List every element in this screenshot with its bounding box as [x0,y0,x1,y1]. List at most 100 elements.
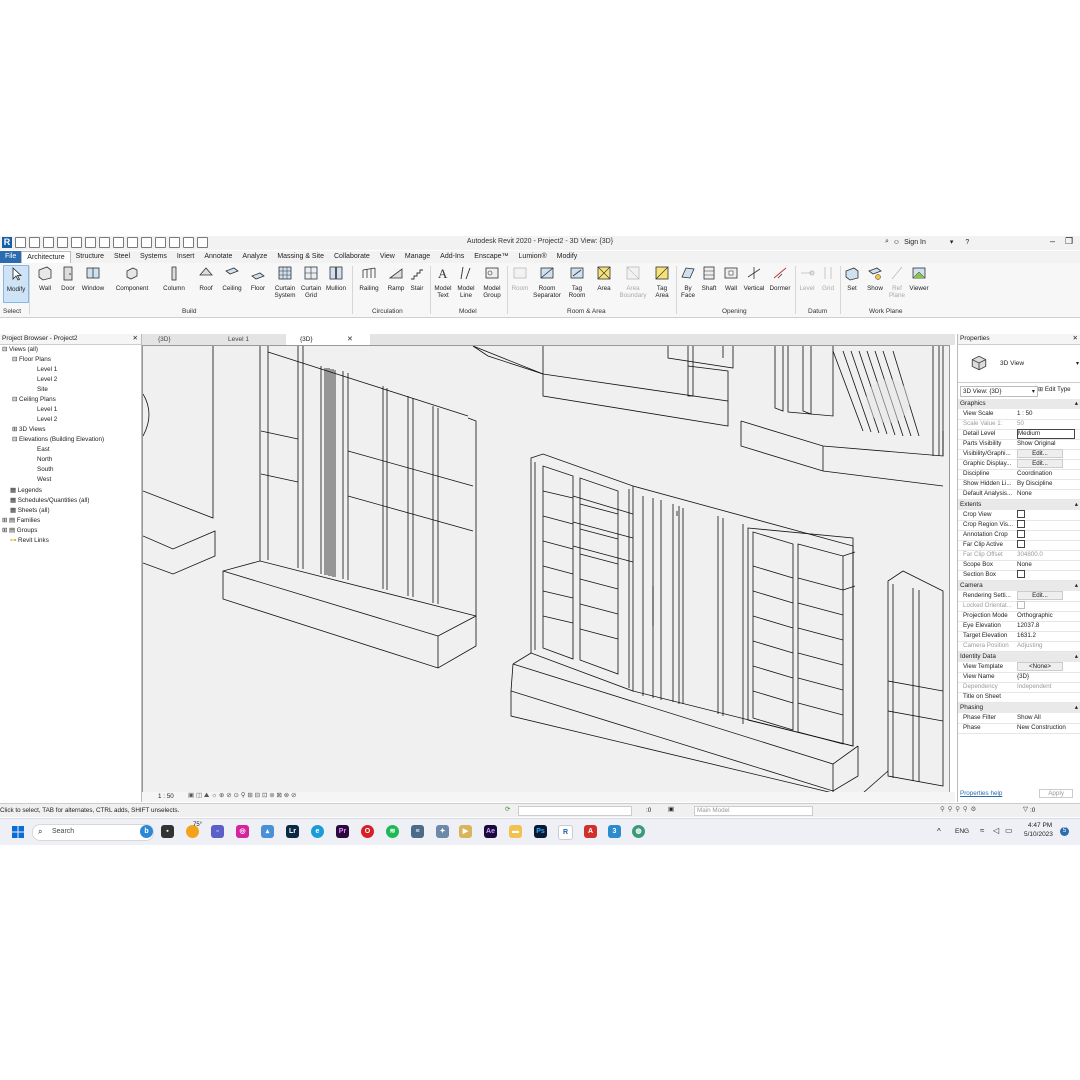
task-view-icon[interactable]: ▪ [161,825,174,838]
tree-item-3d-views[interactable]: ⊞ 3D Views [12,425,46,435]
model-line-button[interactable]: Model Line [455,265,477,299]
help-icon[interactable]: ? [965,239,969,246]
room-separator-button[interactable]: Room Separator [531,265,563,299]
section-extents[interactable]: Extents ▴ [958,500,1080,510]
viewer-button[interactable]: Viewer [907,265,931,292]
model-group-button[interactable]: Model Group [479,265,505,299]
view-template-button[interactable]: <None> [1017,662,1063,671]
tab-structure[interactable]: Structure [71,251,109,263]
close-tab-icon[interactable]: ✕ [347,334,353,345]
close-icon[interactable]: ✕ [1073,334,1078,344]
tree-item-ceiling-level-1[interactable]: Level 1 [37,405,57,415]
app-icon[interactable]: ✦ [436,825,449,838]
view-tab-level-1[interactable]: Level 1 [214,334,292,345]
tree-item-sheets[interactable]: ▦ Sheets (all) [10,506,50,516]
tree-item-elevations[interactable]: ⊟ Elevations (Building Elevation) [12,435,104,445]
clock-date[interactable]: 5/10/2023 [1024,831,1053,838]
photos-icon[interactable]: ▴ [261,825,274,838]
taskbar-search-box[interactable]: ⌕ Search [32,824,154,841]
editing-requests-icon[interactable]: ▣ [668,806,674,813]
circulation-panel-label[interactable]: Circulation [372,308,403,315]
set-button[interactable]: Set [842,265,862,292]
select-panel-label[interactable]: Select [3,308,21,315]
media-player-icon[interactable]: ▶ [459,825,472,838]
tree-item-floor-level-1[interactable]: Level 1 [37,365,57,375]
premiere-icon[interactable]: Pr [336,825,349,838]
crop-region-checkbox[interactable] [1017,520,1025,529]
network-globe-icon[interactable]: ◍ [632,825,645,838]
tab-add-ins[interactable]: Add-Ins [435,251,469,263]
teams-chat-icon[interactable]: ▫ [211,825,224,838]
tree-item-schedules[interactable]: ▦ Schedules/Quantities (all) [10,496,89,506]
3d-viewport[interactable] [142,345,950,794]
autocad-icon[interactable]: A [584,825,597,838]
tree-item-floor-level-2[interactable]: Level 2 [37,375,57,385]
component-button[interactable]: Component [113,265,151,292]
selection-filter-icons[interactable]: ⚲⚲⚲⚲⚙ [940,806,979,813]
chevron-up-icon[interactable]: ^ [937,827,941,836]
restore-icon[interactable]: ❐ [1065,236,1073,247]
tree-item-south[interactable]: South [37,465,53,475]
binoculars-icon[interactable]: ⌕ [885,238,889,246]
lightroom-classic-icon[interactable]: Lr [286,825,299,838]
tree-item-site[interactable]: Site [37,385,48,395]
user-icon[interactable]: ☺ [893,239,900,246]
tab-view[interactable]: View [375,251,400,263]
vertical-button[interactable]: Vertical [742,265,766,292]
prop-default-analysis[interactable]: Default Analysis... None [958,489,1080,500]
prop-section-box[interactable]: Section Box [958,570,1080,581]
workset-dropdown[interactable] [518,806,632,816]
windows-start-icon[interactable] [12,826,24,838]
section-graphics[interactable]: Graphics ▴ [958,399,1080,409]
revit-taskbar-icon[interactable]: R [558,825,573,840]
tree-item-families[interactable]: ⊞ ▤ Families [2,516,40,526]
close-icon[interactable]: ✕ [133,334,138,344]
file-explorer-icon[interactable]: ▬ [509,825,522,838]
tab-manage[interactable]: Manage [400,251,435,263]
wifi-icon[interactable]: ≈ [980,826,984,835]
edge-icon[interactable]: e [311,825,324,838]
worksets-icon[interactable]: ⟳ [505,806,510,813]
roof-button[interactable]: Roof [195,265,217,292]
tree-item-ceiling-plans[interactable]: ⊟ Ceiling Plans [12,395,56,405]
tree-item-floor-plans[interactable]: ⊟ Floor Plans [12,355,51,365]
annotation-crop-checkbox[interactable] [1017,530,1025,539]
bing-icon[interactable]: b [140,825,153,838]
by-face-button[interactable]: By Face [679,265,697,299]
area-boundary-button[interactable]: Area Boundary [615,265,651,299]
minimize-icon[interactable]: – [1050,236,1055,247]
tab-collaborate[interactable]: Collaborate [329,251,375,263]
opening-wall-button[interactable]: Wall [721,265,741,292]
modify-button[interactable]: Modify [3,265,29,303]
show-button[interactable]: Show [864,265,886,292]
photoshop-icon[interactable]: Ps [534,825,547,838]
tag-area-button[interactable]: Tag Area [651,265,673,299]
tab-file[interactable]: File [0,251,22,263]
tree-item-north[interactable]: North [37,455,52,465]
curtain-grid-button[interactable]: Curtain Grid [299,265,323,299]
properties-help-link[interactable]: Properties help [960,790,1002,797]
grid-button[interactable]: Grid [818,265,838,292]
build-panel-label[interactable]: Build [182,308,196,315]
after-effects-icon[interactable]: Ae [484,825,497,838]
model-text-button[interactable]: A Model Text [432,265,454,299]
room-area-panel-label[interactable]: Room & Area [567,308,606,315]
notification-badge[interactable]: 5 [1060,827,1069,836]
section-camera[interactable]: Camera ▴ [958,581,1080,591]
ceiling-button[interactable]: Ceiling [220,265,244,292]
prop-phase[interactable]: Phase New Construction [958,723,1080,734]
prop-title-on-sheet[interactable]: Title on Sheet [958,692,1080,703]
mullion-button[interactable]: Mullion [323,265,349,292]
edit-type-button[interactable]: ⊞ Edit Type [1038,386,1071,393]
shaft-button[interactable]: Shaft [699,265,719,292]
level-button[interactable]: Level [797,265,817,292]
section-phasing[interactable]: Phasing ▴ [958,703,1080,713]
opera-icon[interactable]: O [361,825,374,838]
far-clip-checkbox[interactable] [1017,540,1025,549]
opening-panel-label[interactable]: Opening [722,308,747,315]
wall-button[interactable]: Wall [35,265,55,292]
clock-time[interactable]: 4:47 PM [1028,822,1052,829]
apply-button[interactable]: Apply [1039,789,1073,798]
edit-button[interactable]: Edit... [1017,591,1063,600]
language-indicator[interactable]: ENG [955,828,969,835]
